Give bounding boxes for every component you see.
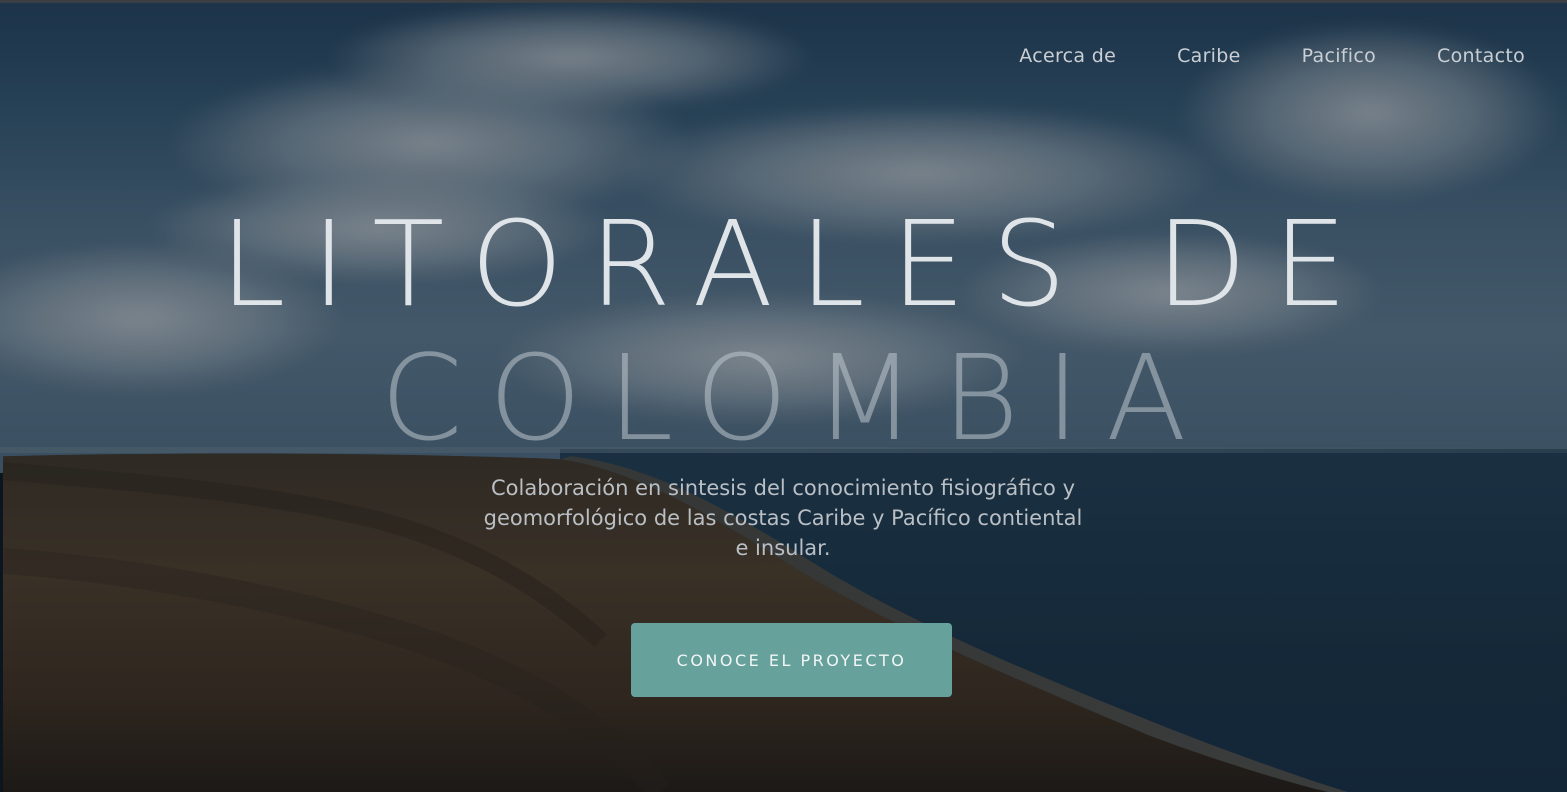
nav-link-caribe[interactable]: Caribe [1177,45,1241,67]
top-nav: Acerca de Caribe Pacifico Contacto [1019,45,1525,67]
hero-subtitle: Colaboración en sintesis del conocimient… [483,476,1083,560]
hero-title-line-2: COLOMBIA [380,329,1213,467]
nav-link-acerca-de[interactable]: Acerca de [1019,45,1116,67]
hero-section: Acerca de Caribe Pacifico Contacto LITOR… [0,0,1567,792]
hero-title-line-1: LITORALES DE [219,195,1374,333]
nav-link-contacto[interactable]: Contacto [1437,45,1525,67]
cta-button[interactable]: CONOCE EL PROYECTO [631,623,952,697]
nav-link-pacifico[interactable]: Pacifico [1302,45,1376,67]
